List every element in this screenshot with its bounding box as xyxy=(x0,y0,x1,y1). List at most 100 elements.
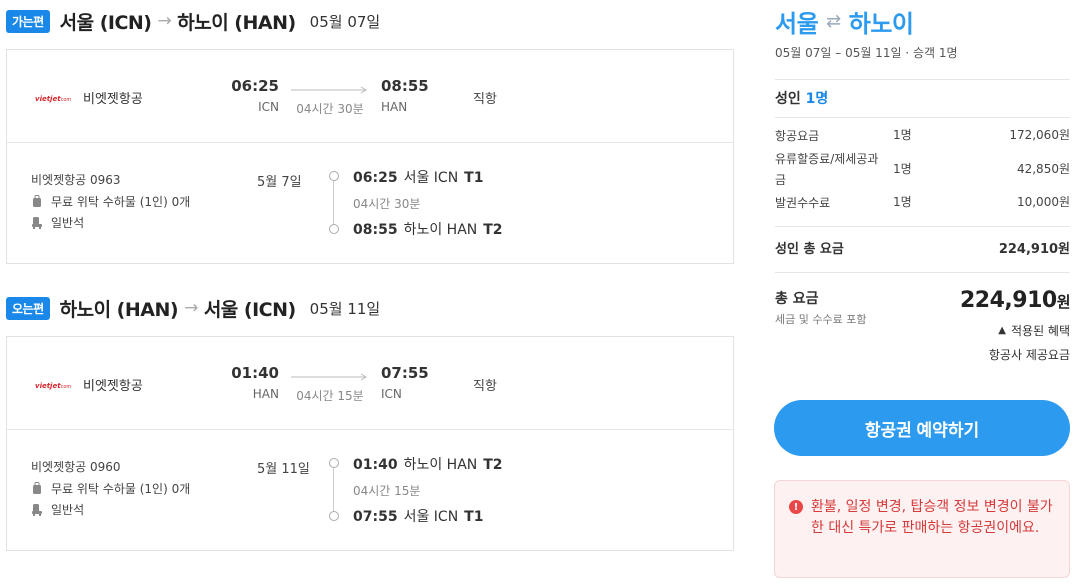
outbound-detail-row: 비엣젯항공 0963 무료 위탁 수하물 (1인) 0개 일반석 5월 7일 0 xyxy=(7,143,733,263)
baggage-text: 무료 위탁 수하물 (1인) 0개 xyxy=(51,195,191,209)
book-ticket-button[interactable]: 항공권 예약하기 xyxy=(774,400,1070,456)
inbound-summary-row: vietjet .com 비엣젯항공 01:40 HAN 04시간 15분 07… xyxy=(7,337,733,430)
divider xyxy=(775,226,1070,227)
flight-arrow-icon xyxy=(291,373,367,381)
fee-amount: 10,000원 xyxy=(1016,195,1070,209)
svg-text:.com: .com xyxy=(59,384,71,390)
baggage-text: 무료 위탁 수하물 (1인) 0개 xyxy=(51,482,191,496)
divider xyxy=(775,79,1070,80)
fee-qty: 1명 xyxy=(893,128,912,142)
departure-time: 01:40 xyxy=(231,364,279,382)
direct-label: 직항 xyxy=(473,92,497,107)
notice-text: 환불, 일정 변경, 탑승객 정보 변경이 불가한 대신 특가로 판매하는 항공… xyxy=(811,499,1053,536)
inbound-flight-card: vietjet .com 비엣젯항공 01:40 HAN 04시간 15분 07… xyxy=(6,336,734,551)
segment-duration: 04시간 15분 xyxy=(353,484,421,498)
outbound-summary-row: vietjet .com 비엣젯항공 06:25 ICN 04시간 30분 08… xyxy=(7,50,733,143)
segment-arrival-place: 서울 ICN xyxy=(403,509,459,525)
svg-text:vietjet: vietjet xyxy=(35,382,61,390)
timeline-end-dot xyxy=(329,511,339,521)
airline-fare-label: 항공사 제공요금 xyxy=(988,348,1070,362)
arrival-code: HAN xyxy=(381,100,408,114)
outbound-route: 서울 (ICN) → 하노이 (HAN) xyxy=(59,8,297,35)
adult-total-label: 성인 총 요금 xyxy=(775,242,844,257)
arrival-code: ICN xyxy=(381,387,402,401)
cabin-text: 일반석 xyxy=(51,216,85,230)
outbound-flight-card: vietjet .com 비엣젯항공 06:25 ICN 04시간 30분 08… xyxy=(6,49,734,264)
segment-departure-time: 06:25 xyxy=(353,170,398,186)
total-amount-unit: 원 xyxy=(1056,293,1071,311)
timeline-start-dot xyxy=(329,458,339,468)
summary-to: 하노이 xyxy=(848,10,914,38)
flight-arrow-icon xyxy=(291,86,367,94)
adult-total-amount: 224,910원 xyxy=(998,242,1070,257)
chevron-up-icon: ▲ xyxy=(998,325,1006,336)
flight-duration: 04시간 15분 xyxy=(296,389,364,403)
inbound-from: 하노이 (HAN) xyxy=(59,298,179,321)
segment-departure-place: 하노이 HAN xyxy=(403,457,478,473)
airline-logo-icon: vietjet .com xyxy=(35,382,71,390)
inbound-badge: 오는편 xyxy=(6,296,50,320)
adult-count: 1명 xyxy=(805,91,829,107)
outbound-header: 가는편 서울 (ICN) → 하노이 (HAN) 05월 07일 xyxy=(6,6,380,36)
outbound-date: 05월 07일 xyxy=(309,12,381,31)
inbound-date: 05월 11일 xyxy=(309,299,381,318)
segment-departure: 06:25 서울 ICN T1 xyxy=(353,167,483,187)
segment-departure-place: 서울 ICN xyxy=(403,170,459,186)
summary-from: 서울 xyxy=(775,10,819,38)
segment-date: 5월 7일 xyxy=(257,175,302,190)
flight-duration: 04시간 30분 xyxy=(296,102,364,116)
divider xyxy=(775,272,1070,273)
fee-qty: 1명 xyxy=(893,162,912,176)
segment-departure-terminal: T1 xyxy=(464,170,484,186)
segment-arrival-place: 하노이 HAN xyxy=(403,222,478,238)
segment-arrival-terminal: T2 xyxy=(483,222,503,238)
luggage-icon xyxy=(33,195,41,207)
segment-departure: 01:40 하노이 HAN T2 xyxy=(353,454,503,474)
cabin-text: 일반석 xyxy=(51,503,85,517)
outbound-from: 서울 (ICN) xyxy=(59,11,152,34)
total-label: 총 요금 xyxy=(775,291,819,307)
flight-number: 비엣젯항공 0960 xyxy=(31,460,121,474)
timeline-line xyxy=(333,468,334,512)
total-note: 세금 및 수수료 포함 xyxy=(775,313,867,326)
notice-box: ! 환불, 일정 변경, 탑승객 정보 변경이 불가한 대신 특가로 판매하는 … xyxy=(774,480,1070,578)
fee-label: 유류할증료/제세공과금 xyxy=(775,152,879,187)
adult-label: 성인 xyxy=(775,91,801,107)
timeline-end-dot xyxy=(329,224,339,234)
timeline-start-dot xyxy=(329,171,339,181)
fee-amount: 172,060원 xyxy=(1009,128,1070,142)
inbound-detail-row: 비엣젯항공 0960 무료 위탁 수하물 (1인) 0개 일반석 5월 11일 xyxy=(7,430,733,550)
segment-arrival: 07:55 서울 ICN T1 xyxy=(353,506,483,526)
outbound-badge: 가는편 xyxy=(6,9,50,33)
inbound-header: 오는편 하노이 (HAN) → 서울 (ICN) 05월 11일 xyxy=(6,293,380,323)
airline-name: 비엣젯항공 xyxy=(83,379,143,394)
segment-arrival-time: 08:55 xyxy=(353,222,398,238)
segment-arrival-time: 07:55 xyxy=(353,509,398,525)
fee-amount: 42,850원 xyxy=(1016,162,1070,176)
summary-subtitle: 05월 07일 – 05월 11일 · 승객 1명 xyxy=(775,46,958,60)
segment-arrival-terminal: T1 xyxy=(464,509,484,525)
outbound-to: 하노이 (HAN) xyxy=(177,11,296,34)
applied-benefits-toggle[interactable]: ▲ 적용된 혜택 xyxy=(998,322,1070,339)
departure-code: HAN xyxy=(252,387,279,401)
baggage-info: 무료 위탁 수하물 (1인) 0개 xyxy=(31,480,190,497)
total-amount-value: 224,910 xyxy=(959,288,1057,313)
luggage-icon xyxy=(33,482,41,494)
arrival-time: 08:55 xyxy=(381,77,429,95)
timeline-line xyxy=(333,181,334,225)
total-amount: 224,910원 xyxy=(959,288,1071,313)
cabin-info: 일반석 xyxy=(31,501,84,518)
info-icon: ! xyxy=(789,500,803,514)
segment-departure-terminal: T2 xyxy=(483,457,503,473)
adult-heading: 성인 1명 xyxy=(775,88,828,108)
flight-number: 비엣젯항공 0963 xyxy=(31,173,121,187)
segment-timeline xyxy=(329,171,339,235)
adult-total-row: 성인 총 요금 224,910원 xyxy=(775,238,1070,257)
svg-text:vietjet: vietjet xyxy=(35,95,61,103)
divider xyxy=(775,117,1070,118)
swap-icon: ⇄ xyxy=(826,11,841,32)
seat-icon xyxy=(32,504,42,516)
airline-name: 비엣젯항공 xyxy=(83,92,143,107)
segment-date: 5월 11일 xyxy=(257,462,310,477)
segment-arrival: 08:55 하노이 HAN T2 xyxy=(353,219,503,239)
